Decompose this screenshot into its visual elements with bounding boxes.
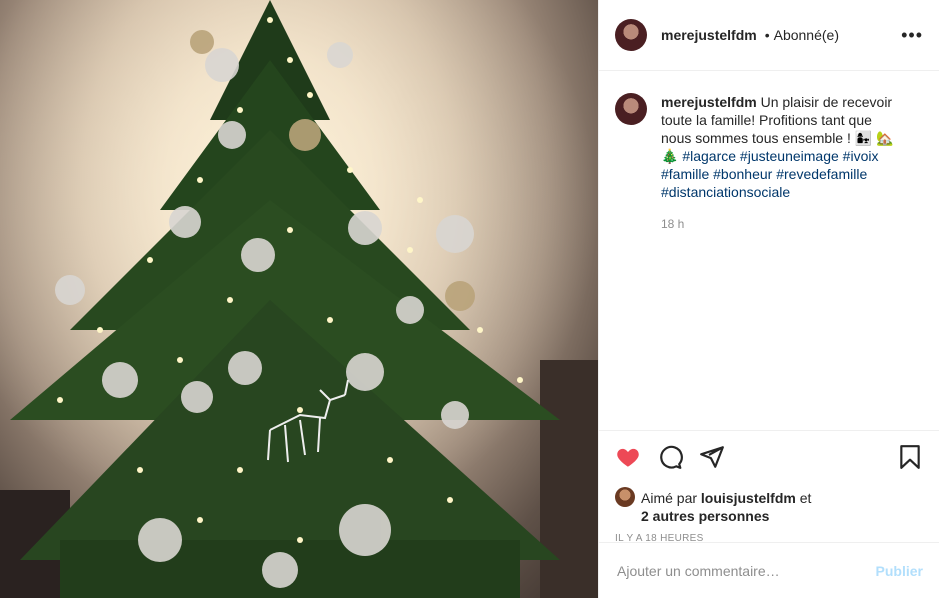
bookmark-icon[interactable] [897, 444, 923, 470]
hashtag[interactable]: #ivoix [843, 148, 879, 164]
post-side-panel: merejustelfdm • Abonné(e) ••• merejustel… [598, 0, 939, 598]
hashtag[interactable]: #justeuneimage [740, 148, 839, 164]
caption-time[interactable]: 18 h [661, 215, 901, 233]
caption-username[interactable]: merejustelfdm [661, 94, 757, 110]
post-photo[interactable] [0, 0, 598, 598]
hashtag[interactable]: #revedefamille [776, 166, 867, 182]
hashtag[interactable]: #lagarce [682, 148, 736, 164]
more-horizontal-icon[interactable]: ••• [901, 25, 923, 46]
liker-username[interactable]: louisjustelfdm [701, 490, 796, 506]
hashtag[interactable]: #bonheur [713, 166, 772, 182]
caption-text-block: merejustelfdm Un plaisir de recevoir tou… [661, 93, 901, 233]
comment-icon[interactable] [657, 444, 683, 470]
likes-summary: Aimé par louisjustelfdm et 2 autres pers… [615, 487, 923, 525]
likes-prefix: Aimé par [641, 490, 701, 506]
liker-avatar[interactable] [615, 487, 635, 507]
comment-input[interactable] [615, 561, 876, 580]
heart-filled-icon[interactable] [615, 444, 641, 470]
separator-dot: • [764, 27, 770, 43]
caption-avatar[interactable] [615, 93, 647, 125]
action-bar: Aimé par louisjustelfdm et 2 autres pers… [599, 430, 939, 544]
hashtag[interactable]: #distanciationsociale [661, 184, 790, 200]
caption: merejustelfdm Un plaisir de recevoir tou… [599, 71, 939, 233]
follow-status[interactable]: Abonné(e) [774, 27, 839, 43]
likes-others[interactable]: 2 autres personnes [641, 508, 769, 524]
likes-text: Aimé par louisjustelfdm et 2 autres pers… [641, 489, 811, 525]
comment-bar: Publier [599, 542, 939, 598]
publish-button[interactable]: Publier [876, 563, 923, 579]
header-username[interactable]: merejustelfdm [661, 27, 757, 43]
share-icon[interactable] [699, 444, 725, 470]
avatar[interactable] [615, 19, 647, 51]
christmas-tree-photo [0, 0, 598, 598]
likes-conjunction: et [795, 490, 812, 506]
action-icons [615, 443, 923, 471]
post-header: merejustelfdm • Abonné(e) ••• [599, 0, 939, 71]
hashtag[interactable]: #famille [661, 166, 709, 182]
